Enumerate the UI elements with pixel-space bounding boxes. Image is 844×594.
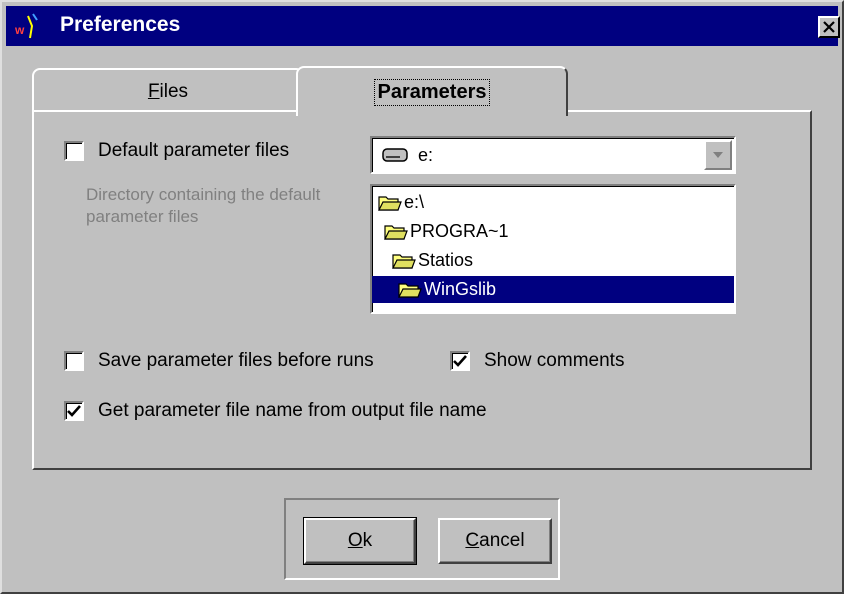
drive-value: e:: [418, 145, 434, 165]
cancel-button[interactable]: Cancel: [438, 518, 552, 564]
ok-button-label: Ok: [347, 530, 373, 551]
tab-parameters[interactable]: Parameters: [296, 66, 568, 116]
checkmark-icon: [67, 405, 81, 417]
tab-files-label: Files: [147, 81, 189, 102]
open-folder-icon: [392, 253, 416, 269]
checkbox-box[interactable]: [64, 401, 84, 421]
directory-item-progra[interactable]: PROGRA~1: [384, 218, 509, 245]
chevron-down-icon: [713, 152, 723, 158]
save-before-runs-checkbox[interactable]: Save parameter files before runs: [64, 350, 374, 372]
drive-select[interactable]: e:: [370, 136, 736, 174]
drive-icon: [382, 148, 408, 162]
checkbox-box[interactable]: [64, 351, 84, 371]
open-folder-icon: [384, 224, 408, 240]
default-param-files-checkbox[interactable]: Default parameter files: [64, 140, 289, 162]
directory-hint: Directory containing the default paramet…: [86, 185, 321, 226]
save-before-runs-label: Save parameter files before runs: [98, 350, 374, 371]
window-title: Preferences: [60, 13, 181, 36]
tab-files[interactable]: Files: [32, 68, 304, 114]
directory-label: WinGslib: [424, 279, 497, 299]
ok-button[interactable]: Ok: [303, 517, 417, 565]
directory-list[interactable]: e:\ PROGRA~1 Statios WinGslib: [370, 184, 736, 314]
default-param-files-label: Default parameter files: [98, 140, 290, 161]
directory-item-wingslib[interactable]: WinGslib: [372, 276, 734, 303]
show-comments-checkbox[interactable]: Show comments: [450, 350, 624, 372]
open-folder-icon: [378, 195, 402, 211]
directory-label: e:\: [404, 192, 425, 212]
directory-label: Statios: [418, 250, 474, 270]
parameters-panel: Default parameter files Directory contai…: [32, 110, 812, 470]
checkbox-box[interactable]: [64, 141, 84, 161]
button-group: Ok Cancel: [284, 498, 560, 580]
checkmark-icon: [453, 355, 467, 367]
close-button[interactable]: [818, 16, 840, 38]
directory-item-statios[interactable]: Statios: [392, 247, 473, 274]
name-from-output-label: Get parameter file name from output file…: [98, 400, 487, 421]
svg-text:w: w: [14, 23, 25, 37]
cancel-button-label: Cancel: [465, 530, 525, 551]
close-icon: [823, 21, 835, 33]
open-folder-icon: [398, 282, 422, 298]
app-icon: w: [14, 13, 38, 39]
checkbox-box[interactable]: [450, 351, 470, 371]
show-comments-label: Show comments: [484, 350, 625, 371]
tab-parameters-label: Parameters: [373, 78, 491, 106]
dropdown-button[interactable]: [704, 140, 732, 170]
directory-item-root[interactable]: e:\: [378, 189, 424, 216]
directory-label: PROGRA~1: [410, 221, 509, 241]
preferences-dialog: w Preferences Files Parameters Default p…: [0, 0, 844, 594]
title-bar[interactable]: w Preferences: [6, 6, 840, 46]
name-from-output-checkbox[interactable]: Get parameter file name from output file…: [64, 400, 487, 422]
